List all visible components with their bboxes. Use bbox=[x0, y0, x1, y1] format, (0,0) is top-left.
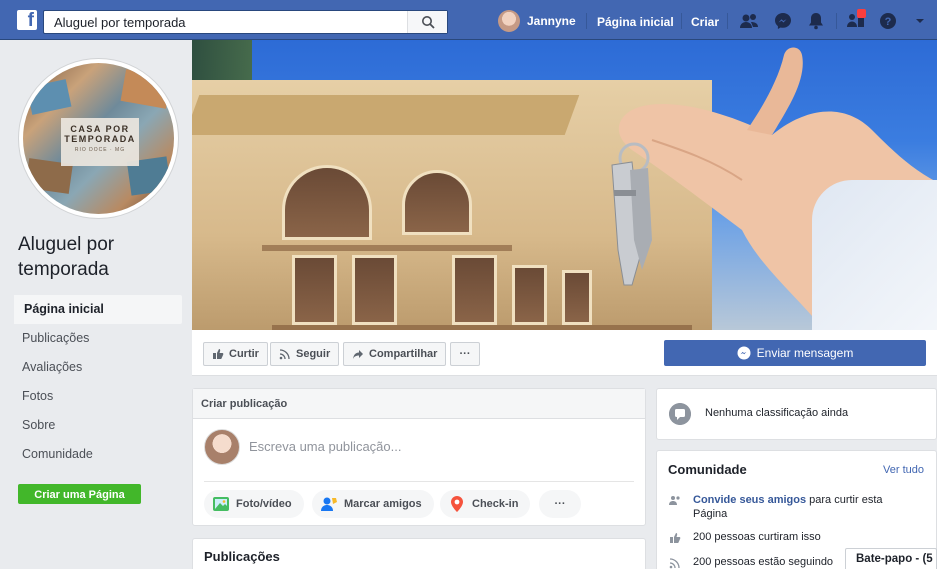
send-message-button[interactable]: Enviar mensagem bbox=[664, 340, 926, 366]
invite-friends-link[interactable]: Convide seus amigos bbox=[693, 494, 806, 506]
avatar bbox=[204, 429, 240, 465]
tag-friends-label: Marcar amigos bbox=[344, 498, 422, 510]
like-label: Curtir bbox=[229, 348, 259, 360]
more-actions-button[interactable]: ··· bbox=[450, 342, 480, 366]
follow-button[interactable]: Seguir bbox=[270, 342, 340, 366]
sidebar-nav: Página inicial Publicações Avaliações Fo… bbox=[12, 295, 182, 469]
rss-follow-icon bbox=[669, 558, 680, 569]
create-post-card: Criar publicação Escreva uma publicação.… bbox=[192, 388, 646, 526]
tag-friends-button[interactable]: Marcar amigos bbox=[312, 490, 434, 518]
cover-photo[interactable] bbox=[192, 40, 937, 330]
create-post-header: Criar publicação bbox=[193, 389, 645, 419]
nav-create-link[interactable]: Criar bbox=[691, 15, 719, 29]
thumbs-up-icon bbox=[213, 349, 224, 359]
checkin-button[interactable]: Check-in bbox=[440, 490, 531, 518]
send-message-label: Enviar mensagem bbox=[756, 346, 854, 360]
search-box[interactable] bbox=[43, 10, 448, 34]
share-label: Compartilhar bbox=[369, 348, 438, 360]
invite-friends-icon bbox=[669, 496, 680, 505]
more-actions-label: ··· bbox=[459, 348, 471, 360]
more-composer-label: ··· bbox=[554, 498, 566, 510]
sidebar-item-home[interactable]: Página inicial bbox=[12, 295, 182, 324]
create-page-button[interactable]: Criar uma Página bbox=[18, 484, 141, 504]
post-composer-input[interactable]: Escreva uma publicação... bbox=[249, 439, 401, 454]
rating-card: Nenhuma classificação ainda bbox=[656, 388, 937, 440]
page-action-bar: Curtir Seguir Compartilhar ··· Enviar me… bbox=[192, 330, 937, 376]
nav-profile-link[interactable]: Jannyne bbox=[498, 10, 576, 32]
cover-sleeve bbox=[812, 180, 937, 330]
notifications-icon[interactable] bbox=[805, 10, 827, 32]
messenger-icon bbox=[737, 346, 751, 360]
notification-badge bbox=[857, 9, 866, 18]
checkin-label: Check-in bbox=[472, 498, 519, 510]
invite-text: Convide seus amigos para curtir esta Pág… bbox=[693, 493, 913, 521]
location-pin-icon bbox=[451, 496, 463, 512]
nav-divider bbox=[681, 13, 682, 29]
profile-image: CASA POR TEMPORADA RIO DOCE · MG bbox=[23, 63, 174, 214]
profile-label: CASA POR TEMPORADA RIO DOCE · MG bbox=[61, 118, 139, 166]
invite-row: Convide seus amigos para curtir esta Pág… bbox=[669, 493, 913, 521]
see-all-link[interactable]: Ver tudo bbox=[883, 464, 924, 476]
nav-divider bbox=[727, 13, 728, 29]
review-icon bbox=[669, 403, 691, 425]
chat-tab[interactable]: Bate-papo - (5 bbox=[845, 548, 937, 569]
avatar bbox=[498, 10, 520, 32]
profile-line-3: RIO DOCE · MG bbox=[74, 147, 126, 153]
thumbs-up-icon bbox=[670, 533, 681, 543]
more-composer-options-button[interactable]: ··· bbox=[539, 490, 581, 518]
profile-picture[interactable]: CASA POR TEMPORADA RIO DOCE · MG bbox=[19, 59, 178, 218]
sidebar-item-photos[interactable]: Fotos bbox=[12, 382, 182, 411]
community-title: Comunidade bbox=[668, 462, 747, 477]
posts-title: Publicações bbox=[204, 549, 280, 564]
rating-text: Nenhuma classificação ainda bbox=[705, 407, 849, 419]
menu-dropdown-icon[interactable] bbox=[909, 10, 931, 32]
tag-friends-icon bbox=[321, 497, 337, 511]
posts-card: Publicações bbox=[192, 538, 646, 569]
photo-icon bbox=[213, 497, 229, 511]
likes-row: 200 pessoas curtiram isso bbox=[669, 531, 821, 544]
nav-divider bbox=[586, 13, 587, 29]
nav-user-name: Jannyne bbox=[527, 14, 576, 28]
search-button[interactable] bbox=[407, 11, 447, 33]
follow-label: Seguir bbox=[296, 348, 331, 360]
invite-rest-text: para curtir esta bbox=[806, 494, 883, 506]
nav-divider bbox=[836, 13, 837, 29]
sidebar-item-about[interactable]: Sobre bbox=[12, 411, 182, 440]
sidebar-item-reviews[interactable]: Avaliações bbox=[12, 353, 182, 382]
rss-follow-icon bbox=[279, 349, 290, 360]
facebook-logo-icon[interactable]: f bbox=[17, 10, 37, 31]
invite-rest-text-2: Página bbox=[693, 508, 728, 520]
divider bbox=[204, 481, 634, 482]
sidebar-item-community[interactable]: Comunidade bbox=[12, 440, 182, 469]
photo-video-button[interactable]: Foto/vídeo bbox=[204, 490, 304, 518]
svg-text:?: ? bbox=[885, 16, 892, 28]
search-icon bbox=[422, 16, 435, 29]
likes-count-text: 200 pessoas curtiram isso bbox=[693, 531, 821, 543]
follows-count-text: 200 pessoas estão seguindo bbox=[693, 556, 834, 568]
left-column: CASA POR TEMPORADA RIO DOCE · MG Aluguel… bbox=[0, 40, 191, 569]
sidebar-item-posts[interactable]: Publicações bbox=[12, 324, 182, 353]
like-button[interactable]: Curtir bbox=[203, 342, 268, 366]
share-button[interactable]: Compartilhar bbox=[343, 342, 447, 366]
top-navigation-bar: f Jannyne Página inicial Criar ? bbox=[0, 0, 937, 40]
profile-line-1: CASA POR bbox=[70, 124, 130, 134]
photo-video-label: Foto/vídeo bbox=[236, 498, 292, 510]
follows-row: 200 pessoas estão seguindo bbox=[669, 556, 833, 569]
nav-home-link[interactable]: Página inicial bbox=[597, 15, 674, 29]
profile-line-2: TEMPORADA bbox=[64, 134, 136, 144]
messenger-icon[interactable] bbox=[772, 10, 794, 32]
friend-requests-icon[interactable] bbox=[738, 10, 760, 32]
search-input[interactable] bbox=[44, 11, 414, 33]
page-title[interactable]: Aluguel por temporada bbox=[18, 232, 178, 282]
share-arrow-icon bbox=[353, 350, 363, 359]
help-icon[interactable]: ? bbox=[877, 10, 899, 32]
